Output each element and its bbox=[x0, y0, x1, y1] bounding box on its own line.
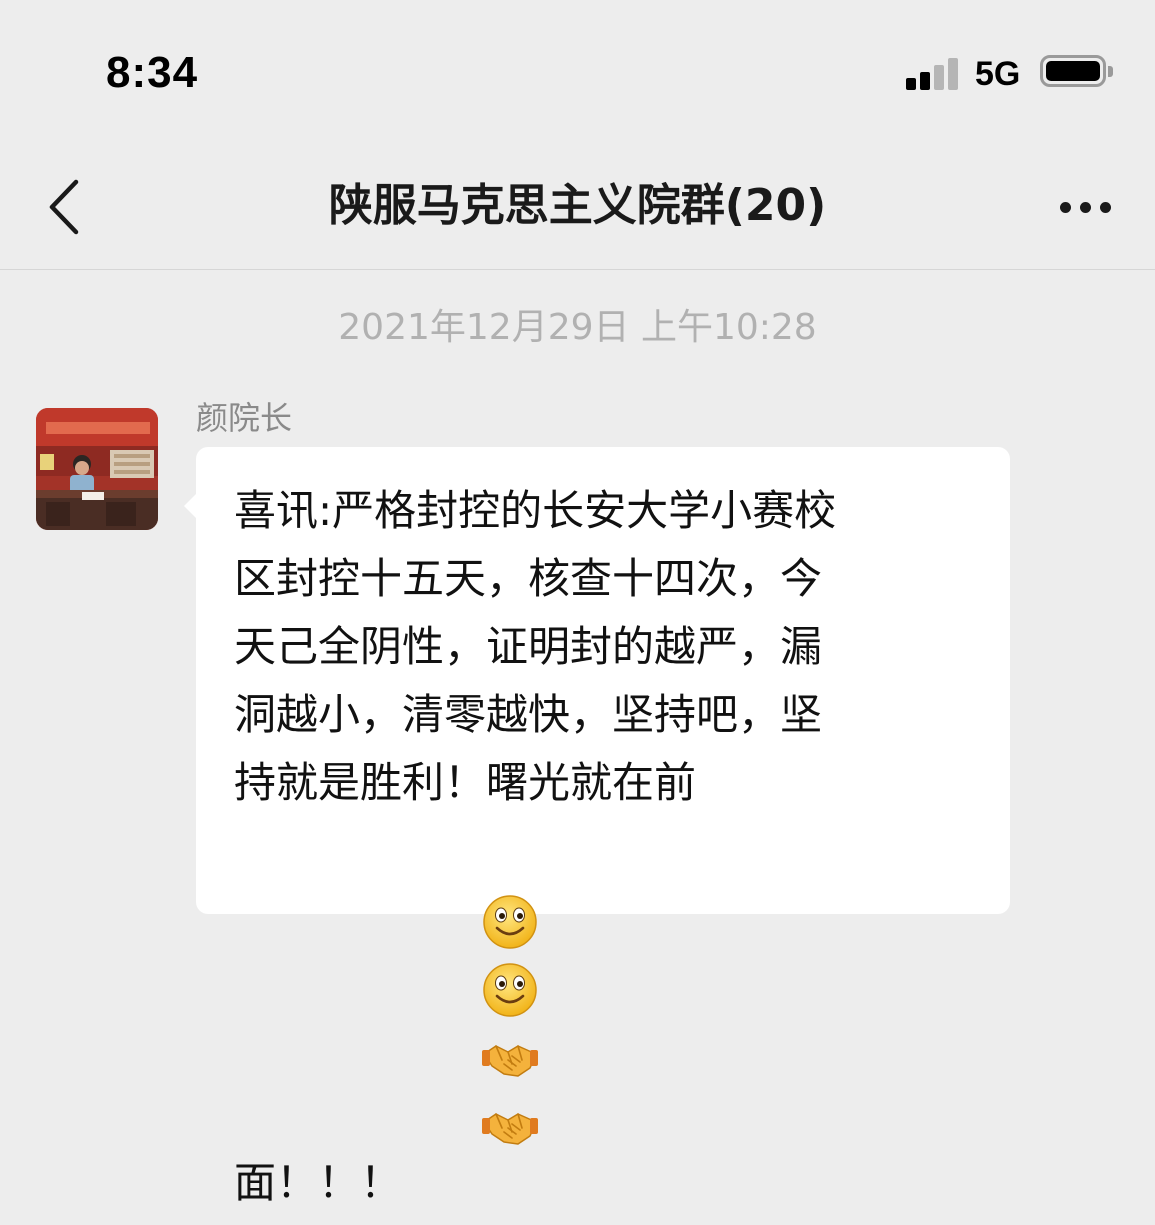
chat-title: 陕服马克思主义院群(20) bbox=[328, 180, 827, 231]
more-options-button[interactable] bbox=[1050, 190, 1122, 226]
status-time: 8:34 bbox=[106, 48, 199, 97]
handshake-emoji bbox=[482, 1112, 539, 1145]
bubble-tail bbox=[184, 493, 197, 519]
sender-name: 颜院长 bbox=[196, 399, 293, 437]
handshake-emoji bbox=[482, 1044, 539, 1077]
cellular-signal-icon bbox=[906, 56, 962, 90]
emoji-row bbox=[402, 817, 542, 1225]
sender-avatar[interactable] bbox=[36, 408, 158, 530]
network-type-label: 5G bbox=[975, 55, 1021, 93]
message-timestamp: 2021年12月29日 上午10:28 bbox=[338, 307, 817, 348]
smiley-emoji bbox=[483, 962, 537, 1017]
message-text: 喜讯:严格封控的长安大学小赛校 区封控十五天，核查十四次，今 天己全阴性，证明封… bbox=[234, 477, 980, 1225]
smiley-emoji bbox=[483, 894, 537, 949]
status-bar: 8:34 5G bbox=[0, 0, 1155, 140]
battery-icon bbox=[1040, 55, 1113, 87]
avatar-photo bbox=[36, 408, 158, 530]
message-bubble[interactable]: 喜讯:严格封控的长安大学小赛校 区封控十五天，核查十四次，今 天己全阴性，证明封… bbox=[184, 447, 1010, 1207]
chat-header: 陕服马克思主义院群(20) bbox=[0, 140, 1155, 270]
